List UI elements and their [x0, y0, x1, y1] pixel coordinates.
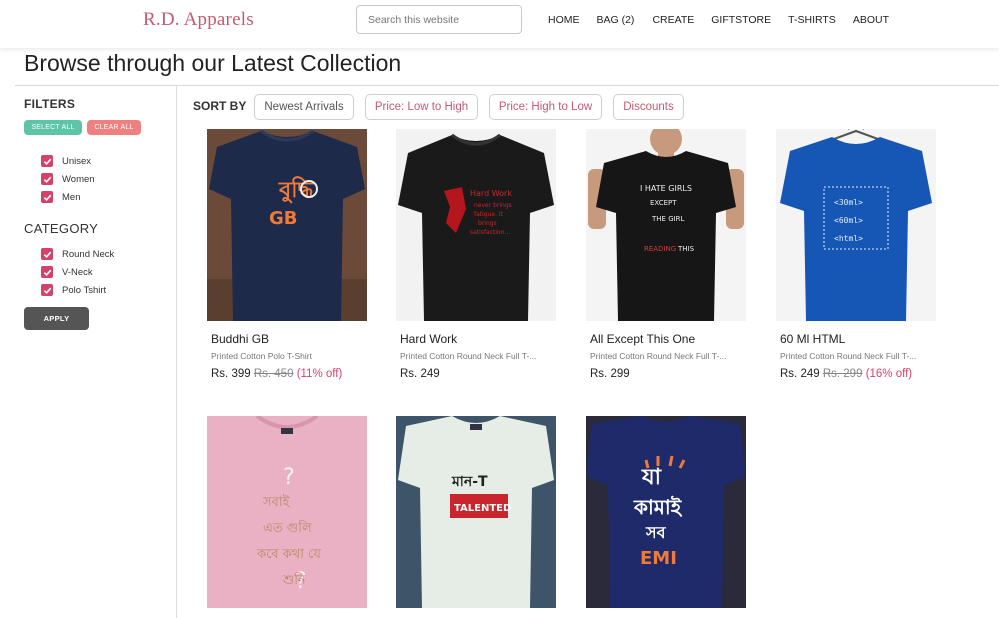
checkbox-checked-icon[interactable]: [41, 284, 53, 296]
print-text: I HATE GIRLS: [640, 184, 692, 193]
product-name[interactable]: Buddhi GB: [211, 332, 269, 346]
product-image[interactable]: ? ? সবাই এত গুলি কবে কথা যে শুনি: [207, 416, 367, 608]
svg-text:fatigue. it: fatigue. it: [474, 211, 504, 218]
print-text: EMI: [640, 548, 677, 569]
product-description: Printed Cotton Polo T-Shirt: [211, 351, 312, 361]
product-image[interactable]: বুদ্ধি GB: [207, 129, 367, 321]
svg-text:মান-T: মান-T: [451, 474, 488, 490]
svg-text:কামাই: কামাই: [633, 495, 683, 519]
filter-unisex[interactable]: Unisex: [41, 155, 91, 167]
filter-label: Polo Tshirt: [62, 284, 107, 296]
product-description: Printed Cotton Round Neck Full T-...: [590, 351, 727, 361]
sort-label: SORT BY: [193, 99, 247, 113]
search-box: [356, 5, 522, 34]
sale-price: Rs. 249: [400, 368, 440, 380]
svg-text:THE GIRL: THE GIRL: [651, 215, 685, 223]
sort-newest-button[interactable]: Newest Arrivals: [254, 94, 354, 120]
filter-round-neck[interactable]: Round Neck: [41, 248, 114, 260]
checkbox-checked-icon[interactable]: [41, 266, 53, 278]
clear-all-button[interactable]: CLEAR ALL: [87, 120, 141, 135]
product-price: Rs. 249 Rs. 299 (16% off): [780, 368, 912, 380]
nav-about[interactable]: ABOUT: [853, 14, 889, 26]
top-navbar: R.D. Apparels HOME BAG (2) CREATE GIFTST…: [0, 0, 999, 48]
print-text: Hard Work: [470, 189, 512, 198]
svg-text:never brings: never brings: [474, 202, 512, 209]
filter-label: Men: [62, 191, 81, 203]
checkbox-checked-icon[interactable]: [41, 155, 53, 167]
filter-polo[interactable]: Polo Tshirt: [41, 284, 106, 296]
sort-discounts-button[interactable]: Discounts: [613, 94, 684, 120]
svg-text:যা: যা: [641, 465, 663, 490]
svg-text:<30ml>: <30ml>: [834, 198, 863, 207]
checkbox-checked-icon[interactable]: [41, 248, 53, 260]
filter-v-neck[interactable]: V-Neck: [41, 266, 93, 278]
svg-text:THIS: THIS: [677, 245, 695, 253]
product-image[interactable]: I HATE GIRLS EXCEPT THE GIRL READING THI…: [586, 129, 746, 321]
svg-text:<60ml>: <60ml>: [834, 216, 863, 225]
svg-text:সব: সব: [645, 523, 667, 542]
product-image[interactable]: মান-T TALENTED: [396, 416, 556, 608]
sale-price: Rs. 399: [211, 368, 251, 380]
product-description: Printed Cotton Round Neck Full T-...: [400, 351, 537, 361]
sale-price: Rs. 299: [590, 368, 630, 380]
filter-women[interactable]: Women: [41, 173, 95, 185]
product-name[interactable]: 60 Ml HTML: [780, 332, 845, 346]
print-text: TALENTED: [454, 503, 511, 514]
filter-label: Round Neck: [62, 248, 115, 260]
svg-text:EXCEPT: EXCEPT: [650, 199, 677, 207]
sale-price: Rs. 249: [780, 368, 820, 380]
select-all-button[interactable]: SELECT ALL: [24, 120, 82, 135]
sort-price-low-button[interactable]: Price: Low to High: [365, 94, 478, 120]
main-nav: HOME BAG (2) CREATE GIFTSTORE T-SHIRTS A…: [548, 14, 906, 26]
print-text: <html>: [834, 234, 863, 243]
search-input[interactable]: [357, 6, 521, 33]
checkbox-checked-icon[interactable]: [41, 191, 53, 203]
discount-badge: (11% off): [296, 368, 343, 380]
product-image[interactable]: <30ml> <60ml> <html>: [776, 129, 936, 321]
brand-logo[interactable]: R.D. Apparels: [143, 9, 254, 31]
filter-sidebar: FILTERS SELECT ALL CLEAR ALL Unisex Wome…: [15, 86, 177, 618]
nav-bag[interactable]: BAG (2): [597, 14, 635, 26]
nav-home[interactable]: HOME: [548, 14, 580, 26]
svg-text:সবাই: সবাই: [262, 494, 291, 510]
filters-heading: FILTERS: [24, 97, 76, 111]
product-image[interactable]: যা কামাই সব EMI: [586, 416, 746, 608]
discount-badge: (16% off): [865, 368, 913, 380]
filter-men[interactable]: Men: [41, 191, 80, 203]
svg-text:satisfaction...: satisfaction...: [470, 229, 510, 236]
category-heading: CATEGORY: [24, 221, 99, 236]
nav-tshirts[interactable]: T-SHIRTS: [788, 14, 836, 26]
svg-text:এত গুলি: এত গুলি: [263, 520, 312, 536]
nav-giftstore[interactable]: GIFTSTORE: [711, 14, 771, 26]
sort-price-high-button[interactable]: Price: High to Low: [489, 94, 602, 120]
product-price: Rs. 399 Rs. 450 (11% off): [211, 368, 342, 380]
product-name[interactable]: Hard Work: [400, 332, 457, 346]
product-name[interactable]: All Except This One: [590, 332, 695, 346]
filter-label: V-Neck: [62, 266, 93, 278]
print-text: ?: [283, 465, 295, 490]
product-price: Rs. 249: [400, 368, 440, 380]
svg-text:READING: READING: [644, 245, 676, 253]
nav-create[interactable]: CREATE: [652, 14, 694, 26]
checkbox-checked-icon[interactable]: [41, 173, 53, 185]
product-price: Rs. 299: [590, 368, 630, 380]
apply-button[interactable]: APPLY: [24, 307, 89, 330]
product-image[interactable]: Hard Work never brings fatigue. it bring…: [396, 129, 556, 321]
product-description: Printed Cotton Round Neck Full T-...: [780, 351, 917, 361]
svg-text:শুনি: শুনি: [282, 572, 306, 588]
original-price: Rs. 299: [822, 368, 863, 380]
original-price: Rs. 450: [253, 368, 294, 380]
filter-label: Women: [62, 173, 95, 185]
filter-label: Unisex: [62, 155, 92, 167]
page-title: Browse through our Latest Collection: [24, 50, 402, 76]
svg-text:brings: brings: [478, 220, 497, 227]
print-text: GB: [269, 208, 298, 229]
svg-text:কবে কথা যে: কবে কথা যে: [256, 547, 321, 562]
